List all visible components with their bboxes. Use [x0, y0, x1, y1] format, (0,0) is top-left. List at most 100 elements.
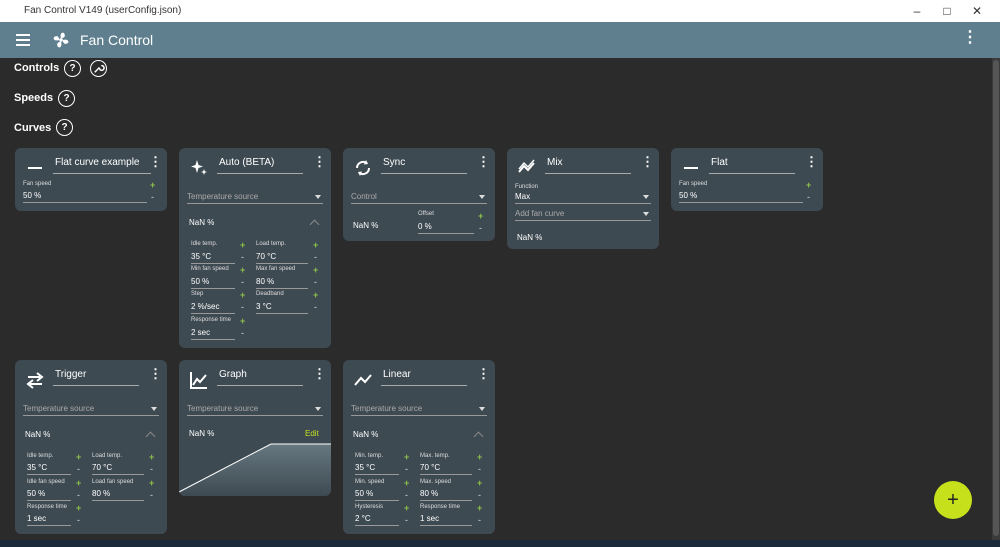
- minus-button[interactable]: -: [314, 278, 317, 287]
- temperature-source-select[interactable]: Temperature source: [187, 192, 323, 204]
- add-fan-curve-select[interactable]: Add fan curve: [515, 209, 651, 221]
- edit-link[interactable]: Edit: [305, 429, 319, 438]
- minus-button[interactable]: -: [807, 193, 810, 202]
- function-select[interactable]: Max: [515, 192, 651, 204]
- minus-button[interactable]: -: [150, 465, 153, 474]
- plus-button[interactable]: +: [478, 212, 483, 221]
- load-temp-input[interactable]: 70 °C: [256, 252, 308, 264]
- curves-help-icon[interactable]: ?: [56, 119, 73, 136]
- response-time-input[interactable]: 1 sec: [420, 514, 472, 526]
- step-input[interactable]: 2 %/sec: [191, 302, 235, 314]
- temperature-source-select[interactable]: Temperature source: [351, 404, 487, 416]
- plus-button[interactable]: +: [240, 241, 245, 250]
- load-temp-input[interactable]: 70 °C: [92, 463, 144, 475]
- minus-button[interactable]: -: [478, 465, 481, 474]
- plus-button[interactable]: +: [149, 479, 154, 488]
- response-time-input[interactable]: 2 sec: [191, 328, 235, 340]
- minus-button[interactable]: -: [405, 491, 408, 500]
- curve-name-input[interactable]: Flat curve example: [53, 157, 151, 174]
- fan-speed-input[interactable]: 50 %: [23, 191, 147, 203]
- curve-name-input[interactable]: Auto (BETA): [217, 157, 303, 174]
- minus-button[interactable]: -: [77, 491, 80, 500]
- curve-name-input[interactable]: Graph: [217, 369, 303, 386]
- max-temp-input[interactable]: 70 °C: [420, 463, 472, 475]
- plus-button[interactable]: +: [149, 453, 154, 462]
- idle-fan-speed-input[interactable]: 50 %: [27, 489, 71, 501]
- minus-button[interactable]: -: [77, 516, 80, 525]
- minus-button[interactable]: -: [314, 303, 317, 312]
- card-menu-icon[interactable]: ⋮: [149, 367, 162, 387]
- wrench-icon[interactable]: [90, 60, 107, 77]
- plus-button[interactable]: +: [240, 266, 245, 275]
- minus-button[interactable]: -: [479, 224, 482, 233]
- hysteresis-input[interactable]: 2 °C: [355, 514, 399, 526]
- chevron-up-icon[interactable]: [145, 431, 156, 442]
- hamburger-menu-icon[interactable]: [16, 31, 34, 49]
- card-menu-icon[interactable]: ⋮: [477, 155, 490, 175]
- curve-name-input[interactable]: Linear: [381, 369, 467, 386]
- control-select[interactable]: Control: [351, 192, 487, 204]
- more-options-icon[interactable]: ⋮: [962, 30, 978, 46]
- chevron-up-icon[interactable]: [473, 431, 484, 442]
- minimize-button[interactable]: –: [902, 2, 932, 20]
- minus-button[interactable]: -: [241, 303, 244, 312]
- deadband-input[interactable]: 3 °C: [256, 302, 308, 314]
- max-speed-input[interactable]: 80 %: [420, 489, 472, 501]
- minus-button[interactable]: -: [405, 516, 408, 525]
- curve-name-input[interactable]: Sync: [381, 157, 467, 174]
- minus-button[interactable]: -: [241, 253, 244, 262]
- plus-button[interactable]: +: [313, 266, 318, 275]
- curve-name-input[interactable]: Flat: [709, 157, 795, 174]
- plus-button[interactable]: +: [313, 291, 318, 300]
- temperature-source-select[interactable]: Temperature source: [187, 404, 323, 416]
- plus-button[interactable]: +: [404, 453, 409, 462]
- fan-speed-input[interactable]: 50 %: [679, 191, 803, 203]
- scrollbar[interactable]: [992, 58, 1000, 540]
- minus-button[interactable]: -: [241, 329, 244, 338]
- curve-preview-graph[interactable]: [179, 440, 331, 496]
- temperature-source-select[interactable]: Temperature source: [23, 404, 159, 416]
- card-menu-icon[interactable]: ⋮: [313, 367, 326, 387]
- min-temp-input[interactable]: 35 °C: [355, 463, 399, 475]
- plus-button[interactable]: +: [806, 181, 811, 190]
- plus-button[interactable]: +: [477, 479, 482, 488]
- minus-button[interactable]: -: [77, 465, 80, 474]
- plus-button[interactable]: +: [313, 241, 318, 250]
- minus-button[interactable]: -: [150, 491, 153, 500]
- chevron-up-icon[interactable]: [309, 219, 320, 230]
- plus-button[interactable]: +: [240, 291, 245, 300]
- plus-button[interactable]: +: [477, 453, 482, 462]
- minus-button[interactable]: -: [478, 516, 481, 525]
- max-fan-speed-input[interactable]: 80 %: [256, 277, 308, 289]
- card-menu-icon[interactable]: ⋮: [477, 367, 490, 387]
- speeds-help-icon[interactable]: ?: [58, 90, 75, 107]
- idle-temp-input[interactable]: 35 °C: [191, 252, 235, 264]
- curve-name-input[interactable]: Mix: [545, 157, 631, 174]
- plus-button[interactable]: +: [404, 479, 409, 488]
- minus-button[interactable]: -: [478, 491, 481, 500]
- min-speed-input[interactable]: 50 %: [355, 489, 399, 501]
- card-menu-icon[interactable]: ⋮: [805, 155, 818, 175]
- plus-button[interactable]: +: [477, 504, 482, 513]
- offset-input[interactable]: 0 %: [418, 222, 474, 234]
- load-fan-speed-input[interactable]: 80 %: [92, 489, 144, 501]
- minus-button[interactable]: -: [314, 253, 317, 262]
- card-menu-icon[interactable]: ⋮: [641, 155, 654, 175]
- minus-button[interactable]: -: [241, 278, 244, 287]
- idle-temp-input[interactable]: 35 °C: [27, 463, 71, 475]
- controls-help-icon[interactable]: ?: [64, 60, 81, 77]
- add-curve-fab-button[interactable]: +: [934, 481, 972, 519]
- plus-button[interactable]: +: [76, 504, 81, 513]
- plus-button[interactable]: +: [76, 479, 81, 488]
- min-fan-speed-input[interactable]: 50 %: [191, 277, 235, 289]
- curve-name-input[interactable]: Trigger: [53, 369, 139, 386]
- minus-button[interactable]: -: [405, 465, 408, 474]
- plus-button[interactable]: +: [76, 453, 81, 462]
- maximize-button[interactable]: □: [932, 2, 962, 20]
- card-menu-icon[interactable]: ⋮: [149, 155, 162, 175]
- card-menu-icon[interactable]: ⋮: [313, 155, 326, 175]
- plus-button[interactable]: +: [150, 181, 155, 190]
- close-button[interactable]: ✕: [962, 2, 992, 20]
- plus-button[interactable]: +: [240, 317, 245, 326]
- response-time-input[interactable]: 1 sec: [27, 514, 71, 526]
